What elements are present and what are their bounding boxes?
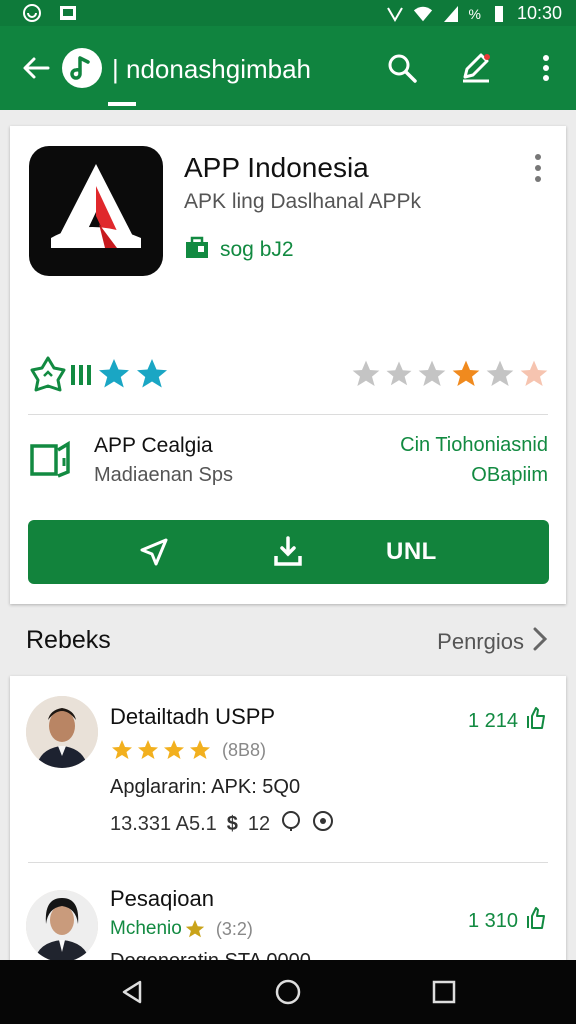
chevron-right-icon (532, 626, 548, 658)
search-icon[interactable] (384, 50, 420, 86)
avatar[interactable] (26, 890, 98, 962)
star-icon (185, 919, 204, 938)
status-bar: % 10:30 (0, 0, 576, 26)
star-icon (96, 356, 132, 397)
app-logo-icon (62, 48, 102, 88)
review-num: 12 (247, 812, 271, 835)
back-arrow-icon[interactable] (20, 52, 52, 84)
nfc-icon (385, 4, 405, 24)
avatar[interactable] (26, 696, 98, 768)
star-icon (384, 359, 414, 394)
clock-icon[interactable] (312, 810, 334, 838)
app-bar: | ndonashgimbah (0, 26, 576, 110)
rating-summary-left (28, 354, 170, 399)
info-link-secondary[interactable]: OBapiim (471, 464, 548, 487)
review-rating-count: (3:2) (215, 918, 253, 939)
reviewer-name: Pesaqioan (110, 886, 214, 911)
nav-home-icon[interactable] (274, 978, 302, 1006)
whatsapp-icon (22, 3, 42, 23)
shopping-bag-icon (184, 234, 210, 266)
star-icon (350, 358, 382, 395)
nav-back-icon[interactable] (118, 978, 146, 1006)
info-title: APP Cealgia (94, 434, 213, 457)
nav-recents-icon[interactable] (430, 978, 458, 1006)
see-all-label: Penrgios (437, 629, 524, 654)
star-icon (134, 356, 170, 397)
developer-link[interactable]: sog bJ2 (184, 234, 294, 266)
review-rating: (8B8) (110, 738, 266, 762)
divider (28, 414, 548, 415)
wifi-icon (413, 4, 433, 24)
divider (28, 862, 548, 863)
gallery-icon (58, 3, 78, 23)
app-subtitle: APK ling Daslhanal APPk (184, 190, 421, 213)
app-detail-card: APP Indonesia APK ling Daslhanal APPk so… (10, 126, 566, 604)
helpful-count: 1 310 (467, 909, 518, 932)
helpful-count: 1 214 (467, 709, 518, 732)
star-icon (518, 358, 550, 395)
reviews-see-all-link[interactable]: Penrgios (437, 626, 548, 658)
status-time: 10:30 (516, 3, 562, 23)
dollar-icon: $ (226, 812, 238, 835)
app-bar-title: | ndonashgimbah (112, 54, 312, 84)
review-helpful-count[interactable]: 1 310 (468, 906, 548, 936)
review-rating: Mchenio (3:2) (110, 918, 253, 940)
rating-label: Mchenio (110, 918, 182, 939)
review-date: 13.331 A5.1 (110, 812, 217, 835)
app-icon[interactable] (29, 146, 163, 276)
device-icon (28, 436, 76, 484)
star-icon (190, 740, 210, 759)
reviews-section-title: Rebeks (26, 626, 111, 654)
edit-icon[interactable] (458, 50, 494, 86)
thumbs-up-icon (524, 706, 548, 736)
bars-icon (70, 359, 94, 394)
star-icon (450, 358, 482, 395)
send-icon[interactable] (138, 536, 170, 568)
system-nav-bar (0, 960, 576, 1024)
info-subtitle: Madiaenan Sps (94, 464, 233, 486)
reviews-card: Detailtadh USPP (8B8) Apglararin: APK: 5… (10, 676, 566, 972)
battery-label: % (468, 5, 481, 22)
reviewer-name: Detailtadh USPP (110, 704, 276, 729)
tab-indicator (108, 102, 136, 106)
review-rating-count: (8B8) (222, 739, 267, 760)
star-icon (484, 358, 516, 395)
info-link-primary[interactable]: Cin Tiohoniasnid (400, 434, 548, 457)
developer-name: sog bJ2 (220, 238, 294, 261)
review-text: Apglararin: APK: 5Q0 (110, 776, 301, 798)
star-icon (164, 740, 184, 759)
leaf-badge-icon (28, 354, 68, 399)
battery-icon (489, 4, 509, 24)
review-helpful-count[interactable]: 1 214 (468, 706, 548, 736)
star-icon (138, 740, 158, 759)
app-name: APP Indonesia (184, 152, 369, 183)
card-more-icon[interactable] (530, 152, 546, 184)
action-bar: UNL (28, 520, 549, 584)
star-icon (416, 358, 448, 395)
pin-icon (280, 810, 302, 838)
star-icon (112, 740, 132, 759)
download-icon[interactable] (272, 534, 304, 568)
thumbs-up-icon (524, 906, 548, 936)
more-vertical-icon[interactable] (528, 50, 564, 86)
signal-icon (441, 4, 461, 24)
review-meta: 13.331 A5.1 $ 12 (110, 810, 334, 838)
rating-stars-right[interactable] (350, 358, 550, 395)
install-button[interactable]: UNL (386, 538, 437, 566)
